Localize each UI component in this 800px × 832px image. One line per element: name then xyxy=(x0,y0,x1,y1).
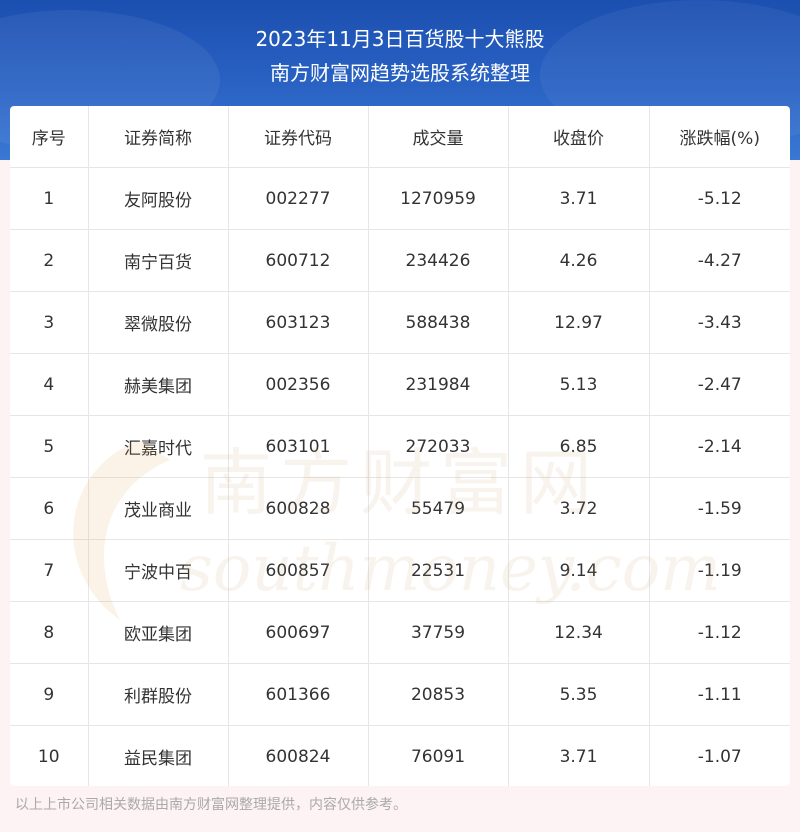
column-header-code: 证券代码 xyxy=(228,106,369,168)
table-row: 1 友阿股份 002277 1270959 3.71 -5.12 xyxy=(10,167,790,230)
table-row: 4 赫美集团 002356 231984 5.13 -2.47 xyxy=(10,353,790,416)
cell-index: 7 xyxy=(10,539,89,602)
cell-index: 8 xyxy=(10,601,89,664)
cell-code: 002277 xyxy=(228,167,369,230)
cell-change-pct: -1.11 xyxy=(649,663,790,726)
cell-name: 友阿股份 xyxy=(88,167,229,230)
stock-table: 序号 证券简称 证券代码 成交量 收盘价 涨跌幅(%) 1 友阿股份 00227… xyxy=(10,106,790,786)
page-title: 2023年11月3日百货股十大熊股 xyxy=(255,27,545,51)
column-header-change-pct: 涨跌幅(%) xyxy=(649,106,790,168)
cell-close-price: 12.34 xyxy=(508,601,650,664)
cell-name: 翠微股份 xyxy=(88,291,229,354)
cell-code: 600857 xyxy=(228,539,369,602)
cell-volume: 234426 xyxy=(368,229,509,292)
column-header-index: 序号 xyxy=(10,106,89,168)
cell-change-pct: -1.19 xyxy=(649,539,790,602)
cell-close-price: 5.35 xyxy=(508,663,650,726)
cell-volume: 76091 xyxy=(368,725,509,786)
table-row: 6 茂业商业 600828 55479 3.72 -1.59 xyxy=(10,477,790,540)
cell-code: 600697 xyxy=(228,601,369,664)
cell-change-pct: -1.12 xyxy=(649,601,790,664)
table-row: 7 宁波中百 600857 22531 9.14 -1.19 xyxy=(10,539,790,602)
cell-close-price: 3.71 xyxy=(508,725,650,786)
column-header-name: 证券简称 xyxy=(88,106,229,168)
cell-code: 600712 xyxy=(228,229,369,292)
cell-volume: 22531 xyxy=(368,539,509,602)
cell-change-pct: -3.43 xyxy=(649,291,790,354)
cell-volume: 1270959 xyxy=(368,167,509,230)
cell-change-pct: -2.47 xyxy=(649,353,790,416)
table-header-row: 序号 证券简称 证券代码 成交量 收盘价 涨跌幅(%) xyxy=(10,106,790,168)
table-row: 9 利群股份 601366 20853 5.35 -1.11 xyxy=(10,663,790,726)
cell-name: 茂业商业 xyxy=(88,477,229,540)
cell-index: 3 xyxy=(10,291,89,354)
cell-close-price: 9.14 xyxy=(508,539,650,602)
cell-close-price: 6.85 xyxy=(508,415,650,478)
cell-index: 1 xyxy=(10,167,89,230)
table-row: 3 翠微股份 603123 588438 12.97 -3.43 xyxy=(10,291,790,354)
cell-volume: 588438 xyxy=(368,291,509,354)
footer-disclaimer: 以上上市公司相关数据由南方财富网整理提供，内容仅供参考。 xyxy=(15,797,407,813)
cell-name: 赫美集团 xyxy=(88,353,229,416)
table-row: 10 益民集团 600824 76091 3.71 -1.07 xyxy=(10,725,790,786)
page-subtitle: 南方财富网趋势选股系统整理 xyxy=(270,61,530,85)
cell-code: 002356 xyxy=(228,353,369,416)
cell-volume: 55479 xyxy=(368,477,509,540)
cell-code: 603123 xyxy=(228,291,369,354)
cell-close-price: 3.72 xyxy=(508,477,650,540)
cell-code: 600828 xyxy=(228,477,369,540)
table-row: 2 南宁百货 600712 234426 4.26 -4.27 xyxy=(10,229,790,292)
column-header-close-price: 收盘价 xyxy=(508,106,650,168)
cell-name: 欧亚集团 xyxy=(88,601,229,664)
cell-index: 4 xyxy=(10,353,89,416)
cell-close-price: 5.13 xyxy=(508,353,650,416)
cell-name: 益民集团 xyxy=(88,725,229,786)
cell-volume: 231984 xyxy=(368,353,509,416)
cell-close-price: 4.26 xyxy=(508,229,650,292)
column-header-volume: 成交量 xyxy=(368,106,509,168)
cell-volume: 20853 xyxy=(368,663,509,726)
table-row: 8 欧亚集团 600697 37759 12.34 -1.12 xyxy=(10,601,790,664)
cell-close-price: 3.71 xyxy=(508,167,650,230)
cell-index: 2 xyxy=(10,229,89,292)
cell-change-pct: -2.14 xyxy=(649,415,790,478)
cell-change-pct: -4.27 xyxy=(649,229,790,292)
cell-change-pct: -5.12 xyxy=(649,167,790,230)
cell-index: 6 xyxy=(10,477,89,540)
cell-name: 利群股份 xyxy=(88,663,229,726)
cell-code: 601366 xyxy=(228,663,369,726)
cell-code: 600824 xyxy=(228,725,369,786)
cell-index: 5 xyxy=(10,415,89,478)
cell-name: 汇嘉时代 xyxy=(88,415,229,478)
cell-change-pct: -1.07 xyxy=(649,725,790,786)
cell-code: 603101 xyxy=(228,415,369,478)
cell-change-pct: -1.59 xyxy=(649,477,790,540)
cell-index: 10 xyxy=(10,725,89,786)
table-row: 5 汇嘉时代 603101 272033 6.85 -2.14 xyxy=(10,415,790,478)
cell-name: 宁波中百 xyxy=(88,539,229,602)
cell-volume: 272033 xyxy=(368,415,509,478)
cell-close-price: 12.97 xyxy=(508,291,650,354)
cell-name: 南宁百货 xyxy=(88,229,229,292)
stock-table-card: 序号 证券简称 证券代码 成交量 收盘价 涨跌幅(%) 1 友阿股份 00227… xyxy=(10,106,790,786)
cell-volume: 37759 xyxy=(368,601,509,664)
cell-index: 9 xyxy=(10,663,89,726)
